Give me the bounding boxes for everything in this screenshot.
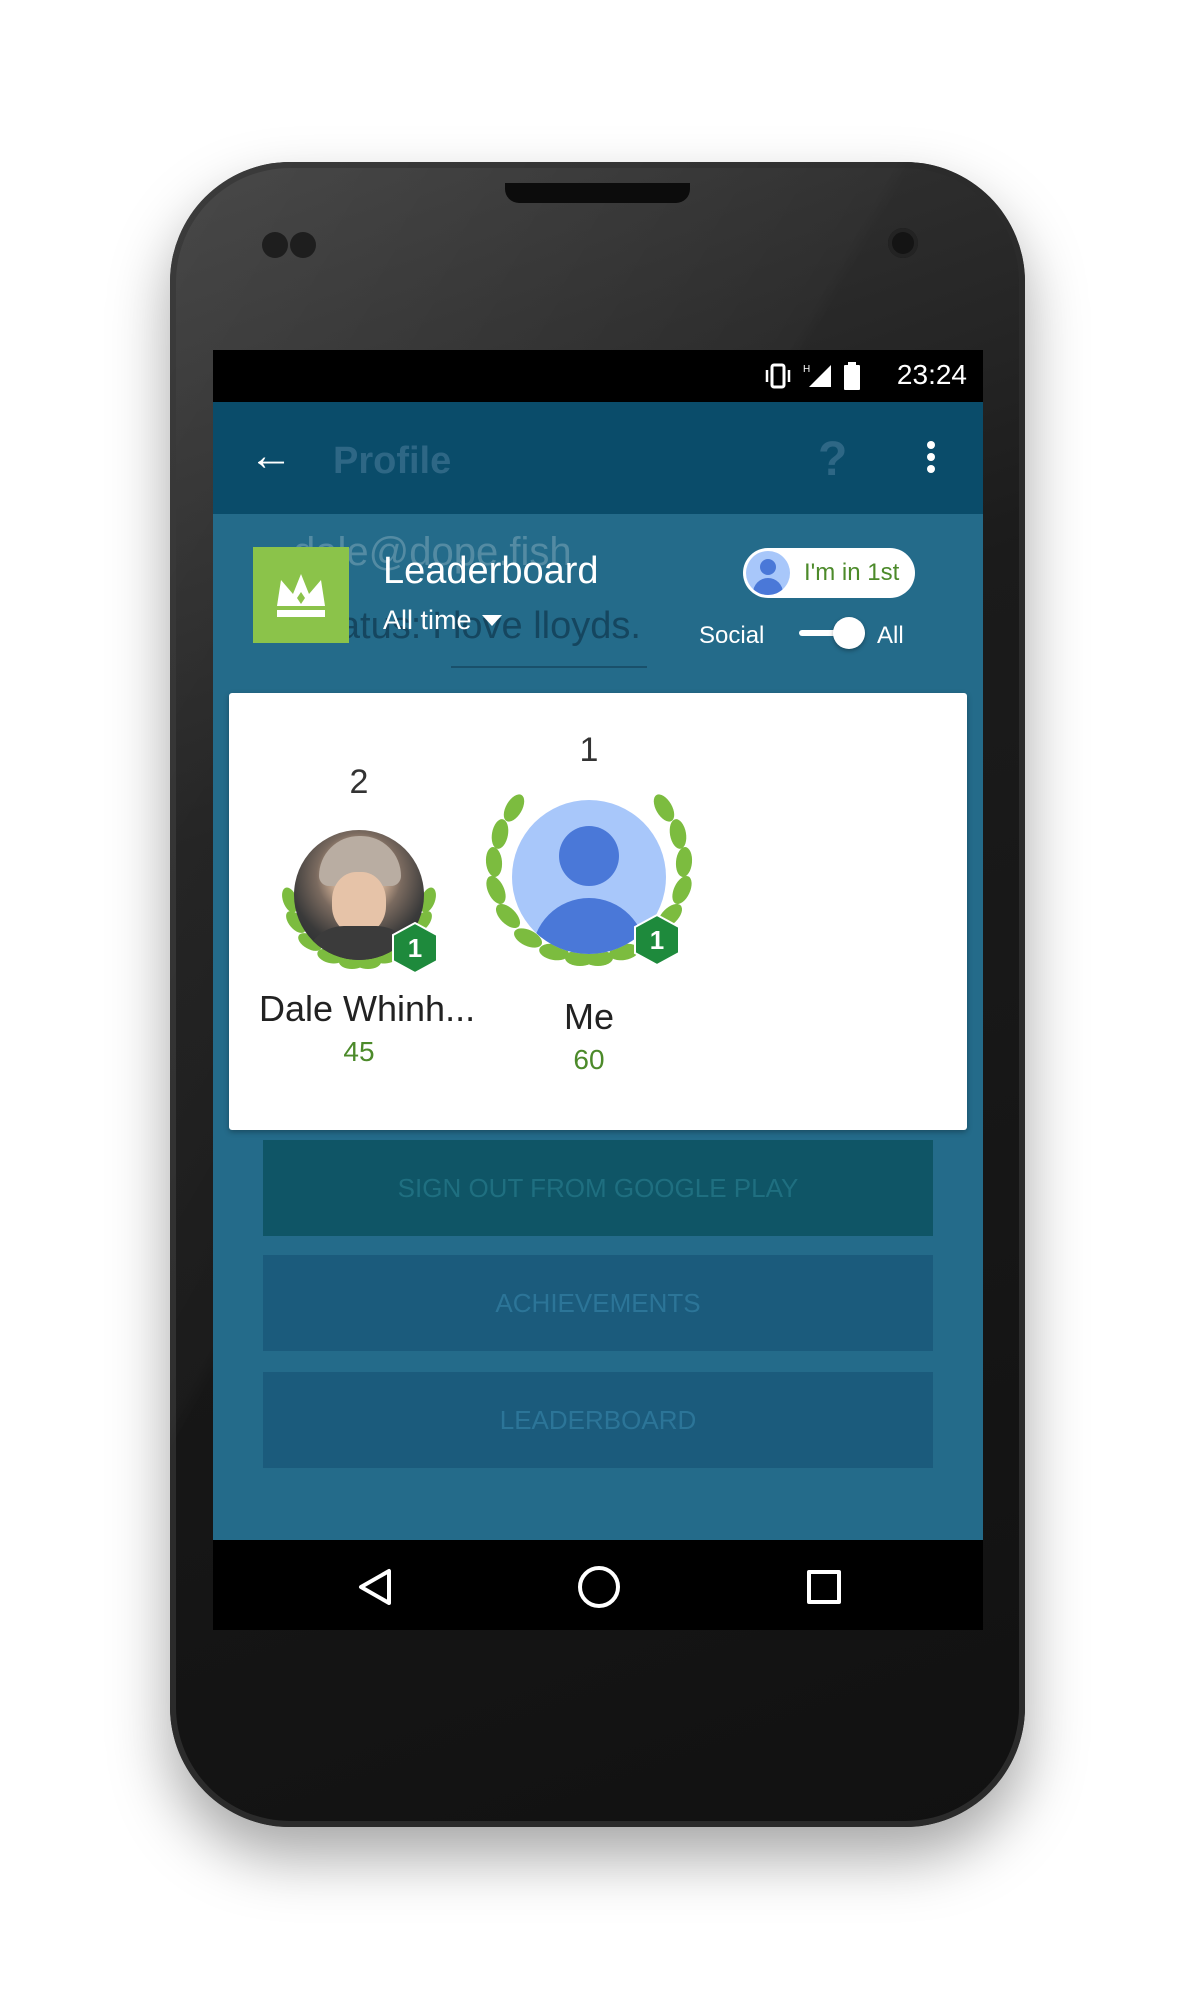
level-badge-number: 1 [649,925,665,955]
toggle-label-all: All [877,622,904,649]
app-bar-title: Profile [333,440,452,482]
player-avatar-wrap: 1 [484,786,694,986]
back-arrow-icon[interactable]: ← [249,434,293,478]
nav-home-icon[interactable] [578,1566,620,1608]
leaderboard-title: Leaderboard [383,550,599,592]
nav-back-icon[interactable] [357,1568,393,1606]
nav-recents-icon[interactable] [807,1570,841,1604]
battery-icon [844,362,860,390]
social-all-toggle[interactable] [799,617,865,649]
level-badge-number: 1 [407,933,423,963]
overflow-menu-icon[interactable] [911,438,951,478]
player-avatar-wrap: 1 [274,818,444,978]
player-rank-2[interactable]: 2 1 Dale Whinh... 45 [259,763,476,1068]
app-bar: ← Profile ? [213,402,983,514]
player-rank-1[interactable]: 1 1 Me 60 [469,731,709,1076]
player-name: Me [563,996,614,1037]
svg-text:H: H [803,364,810,375]
vibrate-icon [765,363,791,389]
background-underline [451,666,647,668]
system-nav-bar [213,1540,983,1630]
screen: H 23:24 ← Profile ? dale@dope.fish Statu… [213,350,983,1630]
status-time: 23:24 [896,359,967,390]
sign-out-button: SIGN OUT FROM GOOGLE PLAY [263,1140,933,1236]
player-name: Dale Whinh... [259,988,476,1029]
signal-h-icon: H [803,364,831,387]
light-sensor [290,232,316,258]
status-bar: H 23:24 [213,350,983,402]
toggle-label-social: Social [699,622,765,649]
level-badge-icon: 1 [392,922,438,974]
time-period-dropdown[interactable]: All time [383,605,502,636]
user-avatar-icon [746,551,790,595]
rank-pill-text: I'm in 1st [804,559,900,586]
level-badge-icon: 1 [634,914,680,966]
podium-card: 2 1 Dale Whinh... 45 1 1 Me 60 [229,693,967,1130]
leaderboard-crown-icon [253,547,349,643]
leaderboard-button: LEADERBOARD [263,1372,933,1468]
player-rank: 2 [349,763,369,801]
player-score: 60 [573,1044,605,1075]
earpiece-speaker [505,183,690,203]
front-camera [888,228,918,258]
player-rank: 1 [579,731,599,769]
proximity-sensor [262,232,288,258]
rank-pill[interactable]: I'm in 1st [743,548,915,598]
caret-down-icon [481,615,502,626]
player-score: 45 [343,1036,375,1067]
help-icon[interactable]: ? [818,432,847,487]
status-icons: H [763,362,861,390]
time-period-label: All time [383,605,472,635]
toggle-knob[interactable] [833,617,865,649]
achievements-button: ACHIEVEMENTS [263,1255,933,1351]
